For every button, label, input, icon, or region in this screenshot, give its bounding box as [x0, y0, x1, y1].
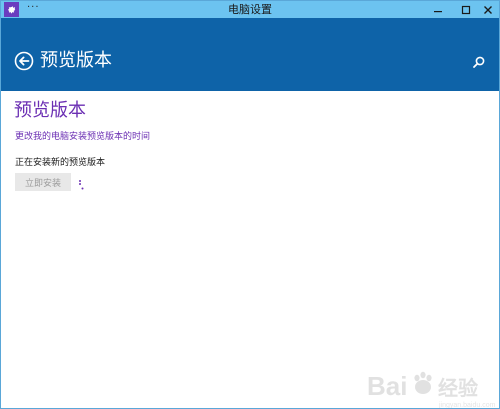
header-title: 预览版本	[40, 50, 112, 71]
install-status-text: 正在安装新的预览版本	[15, 158, 106, 168]
minimize-icon[interactable]	[425, 1, 451, 18]
close-icon[interactable]	[475, 1, 499, 18]
install-now-button[interactable]: 立即安装	[15, 173, 71, 191]
loading-spinner-icon	[77, 176, 87, 190]
svg-text:经验: 经验	[438, 376, 478, 400]
app-menu-button[interactable]: ···	[27, 2, 40, 14]
baidu-watermark-logo: Bai 经验 jingyan.baidu.com	[361, 355, 499, 409]
page-header: 预览版本	[1, 18, 499, 91]
page-title: 预览版本	[14, 100, 86, 121]
svg-text:Bai: Bai	[367, 371, 407, 401]
app-window: ··· 电脑设置 预览版本 预览版本 更改我的电脑安装预览版本的时间 正在安装新…	[0, 0, 500, 409]
settings-gear-icon[interactable]	[4, 2, 19, 17]
search-icon[interactable]	[472, 54, 486, 68]
back-arrow-icon[interactable]	[14, 51, 34, 71]
change-install-time-link[interactable]: 更改我的电脑安装预览版本的时间	[15, 131, 150, 143]
svg-text:jingyan.baidu.com: jingyan.baidu.com	[438, 402, 496, 409]
title-bar[interactable]: ··· 电脑设置	[1, 1, 499, 18]
